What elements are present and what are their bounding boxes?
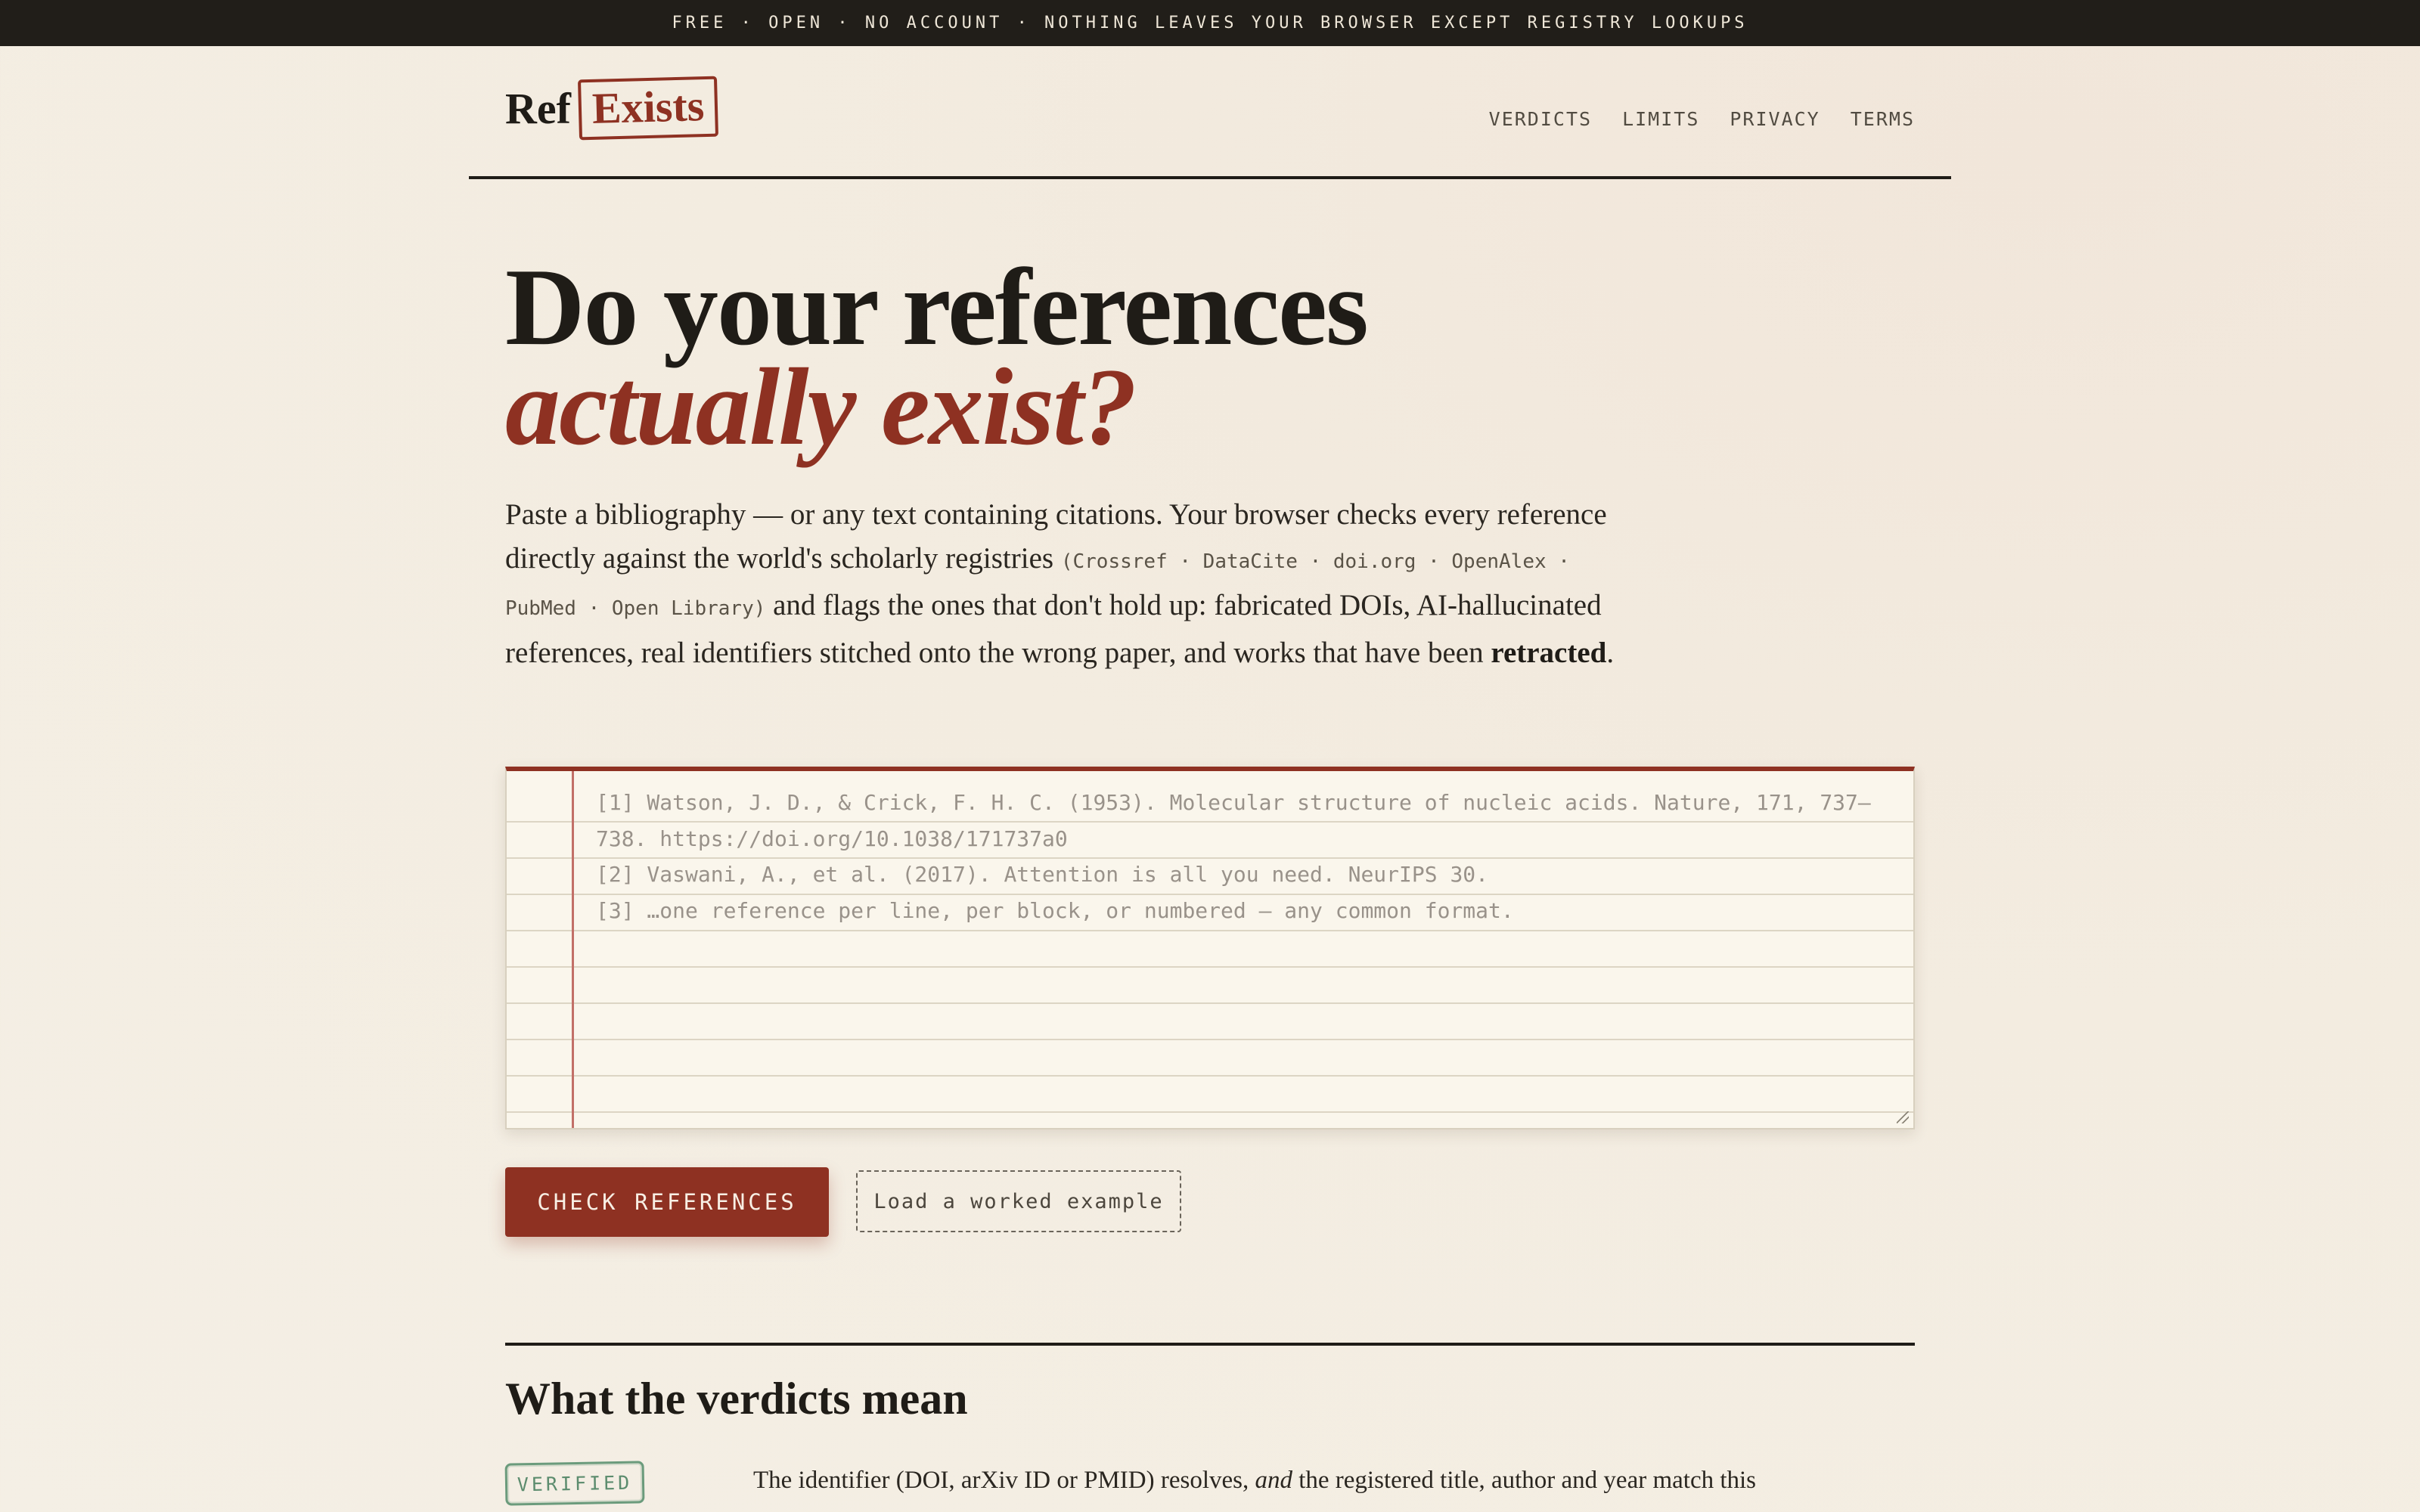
references-textarea[interactable]: [1] Watson, J. D., & Crick, F. H. C. (19… xyxy=(505,767,1915,1129)
main-nav: VERDICTS LIMITS PRIVACY TERMS xyxy=(1489,108,1915,130)
nav-terms[interactable]: TERMS xyxy=(1851,108,1915,130)
nav-limits[interactable]: LIMITS xyxy=(1622,108,1699,130)
hero-line-2: actually exist? xyxy=(505,345,1137,468)
load-example-button[interactable]: Load a worked example xyxy=(856,1170,1181,1232)
verified-description: The identifier (DOI, arXiv ID or PMID) r… xyxy=(753,1459,1827,1512)
logo-ref: Ref xyxy=(505,83,571,133)
verified-text-em: and xyxy=(1255,1467,1292,1494)
nav-verdicts[interactable]: VERDICTS xyxy=(1489,108,1592,130)
verified-text-a: The identifier (DOI, arXiv ID or PMID) r… xyxy=(753,1467,1255,1494)
intro-retracted: retracted xyxy=(1491,636,1607,669)
textarea-placeholder: [1] Watson, J. D., & Crick, F. H. C. (19… xyxy=(596,785,1876,928)
paper-margin-line xyxy=(572,771,574,1128)
site-header: Ref Exists VERDICTS LIMITS PRIVACY TERMS xyxy=(469,46,1951,179)
logo-exists-stamp: Exists xyxy=(577,76,719,141)
verified-badge: VERIFIED xyxy=(504,1461,645,1506)
top-banner-text: FREE · OPEN · NO ACCOUNT · NOTHING LEAVE… xyxy=(672,14,1748,33)
logo[interactable]: Ref Exists xyxy=(505,76,719,141)
section-divider xyxy=(505,1343,1915,1346)
check-references-button[interactable]: CHECK REFERENCES xyxy=(505,1167,829,1237)
verdicts-heading: What the verdicts mean xyxy=(505,1374,968,1424)
hero-heading: Do your references actually exist? xyxy=(505,252,1866,468)
resize-handle-icon[interactable] xyxy=(1897,1111,1909,1123)
placeholder-line: [2] Vaswani, A., et al. (2017). Attentio… xyxy=(596,862,1489,887)
top-banner: FREE · OPEN · NO ACCOUNT · NOTHING LEAVE… xyxy=(0,0,2420,46)
nav-privacy[interactable]: PRIVACY xyxy=(1730,108,1820,130)
placeholder-line: [3] …one reference per line, per block, … xyxy=(596,897,1514,923)
placeholder-line: [1] Watson, J. D., & Crick, F. H. C. (19… xyxy=(596,790,1871,851)
intro-text-3: . xyxy=(1606,636,1615,669)
intro-paragraph: Paste a bibliography — or any text conta… xyxy=(505,493,1640,674)
